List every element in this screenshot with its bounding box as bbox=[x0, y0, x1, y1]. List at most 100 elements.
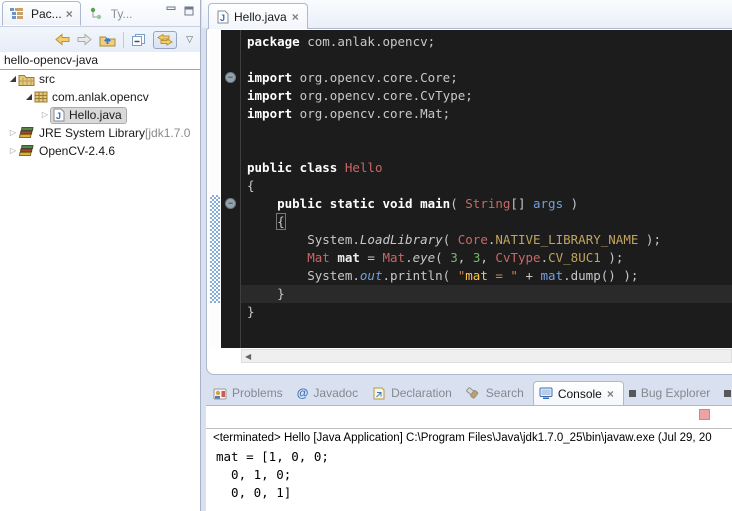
console-view[interactable]: <terminated> Hello [Java Application] C:… bbox=[206, 405, 732, 511]
javadoc-icon: @ bbox=[297, 386, 309, 400]
console-output[interactable]: mat = [1, 0, 0; 0, 1, 0; 0, 0, 1] bbox=[216, 448, 329, 502]
go-up-button[interactable] bbox=[99, 33, 116, 47]
tree-item-src[interactable]: ◢ src bbox=[0, 70, 200, 88]
collapsed-arrow-icon[interactable]: ▷ bbox=[8, 124, 18, 142]
tab-type-hierarchy-label: Ty... bbox=[111, 7, 133, 21]
collapsed-arrow-icon[interactable]: ▷ bbox=[40, 106, 50, 124]
fold-collapse-icon[interactable]: − bbox=[225, 198, 236, 209]
close-icon[interactable]: × bbox=[607, 388, 614, 400]
tab-search[interactable]: Search bbox=[461, 381, 533, 405]
package-explorer-icon bbox=[10, 7, 23, 20]
code-line[interactable]: package com.anlak.opencv; bbox=[241, 33, 732, 51]
maximize-view-button[interactable] bbox=[184, 6, 195, 16]
svg-text:J: J bbox=[220, 13, 225, 23]
toolbar-separator bbox=[123, 32, 124, 48]
bug-icon bbox=[724, 390, 731, 397]
problems-icon bbox=[213, 387, 227, 400]
tab-label: Declaration bbox=[391, 386, 452, 400]
back-button[interactable] bbox=[55, 33, 70, 46]
tab-label: Console bbox=[558, 387, 602, 401]
selected-item-highlight: J Hello.java bbox=[50, 107, 127, 124]
fold-gutter[interactable]: −− bbox=[221, 30, 241, 348]
code-line[interactable]: import org.opencv.core.Core; bbox=[241, 69, 732, 87]
svg-text:J: J bbox=[56, 111, 61, 121]
code-line[interactable]: Mat mat = Mat.eye( 3, 3, CvType.CV_8UC1 … bbox=[241, 249, 732, 267]
code-line[interactable]: } bbox=[241, 285, 732, 303]
bug-explorer-icon bbox=[629, 390, 636, 397]
collapsed-arrow-icon[interactable]: ▷ bbox=[8, 142, 18, 160]
tab-bug[interactable]: Bug bbox=[719, 381, 732, 405]
back-arrow-icon bbox=[55, 33, 70, 46]
tab-javadoc[interactable]: @ Javadoc bbox=[292, 381, 367, 405]
code-line[interactable]: import org.opencv.core.CvType; bbox=[241, 87, 732, 105]
code-line[interactable]: System.out.println( "mat = " + mat.dump(… bbox=[241, 267, 732, 285]
search-flashlight-icon bbox=[466, 387, 481, 400]
tab-problems[interactable]: Problems bbox=[208, 381, 292, 405]
code-line[interactable]: public class Hello bbox=[241, 159, 732, 177]
code-line[interactable] bbox=[241, 123, 732, 141]
link-with-editor-icon bbox=[157, 34, 173, 46]
tab-package-explorer-label: Pac... bbox=[31, 7, 62, 21]
range-indicator bbox=[210, 195, 220, 303]
view-menu-button[interactable]: ▽ bbox=[184, 34, 193, 45]
tab-bug-explorer[interactable]: Bug Explorer bbox=[624, 381, 719, 405]
code-line[interactable] bbox=[241, 51, 732, 69]
tab-console[interactable]: Console × bbox=[533, 381, 624, 405]
tree-item-opencv-library[interactable]: ▷ OpenCV-2.4.6 bbox=[0, 142, 200, 160]
tab-declaration[interactable]: Declaration bbox=[367, 381, 461, 405]
bottom-view-tabbar: Problems @ Javadoc Declaration Search Co… bbox=[208, 381, 732, 405]
code-line[interactable]: { bbox=[241, 177, 732, 195]
collapse-all-icon bbox=[131, 33, 146, 47]
java-file-icon: J bbox=[217, 10, 229, 24]
link-with-editor-button[interactable] bbox=[153, 31, 177, 49]
collapse-all-button[interactable] bbox=[131, 33, 146, 47]
code-line[interactable]: public static void main( String[] args ) bbox=[241, 195, 732, 213]
code-line[interactable]: import org.opencv.core.Mat; bbox=[241, 105, 732, 123]
package-explorer-toolbar: ▽ bbox=[0, 27, 200, 52]
code-line[interactable]: System.LoadLibrary( Core.NATIVE_LIBRARY_… bbox=[241, 231, 732, 249]
close-icon[interactable]: × bbox=[66, 8, 73, 20]
terminate-button[interactable] bbox=[699, 409, 710, 420]
expanded-arrow-icon[interactable]: ◢ bbox=[24, 88, 34, 106]
expanded-arrow-icon[interactable]: ◢ bbox=[8, 70, 18, 88]
tree-item-project[interactable]: hello-opencv-java bbox=[0, 52, 200, 68]
tree-item-label: JRE System Library bbox=[39, 124, 145, 142]
jre-decorator: [jdk1.7.0 bbox=[145, 124, 190, 142]
tree-item-package[interactable]: ◢ com.anlak.opencv bbox=[0, 88, 200, 106]
fold-collapse-icon[interactable]: − bbox=[225, 72, 236, 83]
library-icon bbox=[18, 127, 35, 139]
tree-item-jre-library[interactable]: ▷ JRE System Library [jdk1.7.0 bbox=[0, 124, 200, 142]
declaration-icon bbox=[372, 387, 386, 400]
scroll-left-icon[interactable]: ◀ bbox=[242, 352, 251, 361]
up-folder-icon bbox=[99, 33, 116, 47]
console-separator bbox=[206, 428, 732, 429]
tab-type-hierarchy[interactable]: Ty... bbox=[83, 1, 140, 26]
type-hierarchy-icon bbox=[90, 7, 103, 20]
library-icon bbox=[18, 145, 35, 157]
tree-item-label: OpenCV-2.4.6 bbox=[39, 142, 115, 160]
annotation-ruler[interactable] bbox=[209, 30, 221, 348]
tab-label: Bug Explorer bbox=[641, 386, 710, 400]
forward-button[interactable] bbox=[77, 33, 92, 46]
code-line[interactable]: } bbox=[241, 303, 732, 321]
tab-label: Problems bbox=[232, 386, 283, 400]
editor-horizontal-scrollbar[interactable]: ◀ bbox=[241, 349, 732, 363]
project-tree[interactable]: hello-opencv-java ◢ src ◢ com.anlak.open… bbox=[0, 52, 200, 511]
close-icon[interactable]: × bbox=[292, 11, 299, 23]
editor-tab-hello-java[interactable]: J Hello.java × bbox=[208, 3, 308, 29]
tree-item-label: src bbox=[39, 70, 55, 88]
console-process-label: <terminated> Hello [Java Application] C:… bbox=[213, 432, 732, 444]
tree-item-hello-java[interactable]: ▷ J Hello.java bbox=[0, 106, 200, 124]
tab-package-explorer[interactable]: Pac... × bbox=[2, 1, 81, 26]
code-line[interactable] bbox=[241, 141, 732, 159]
package-icon bbox=[34, 91, 48, 103]
tree-item-label: Hello.java bbox=[69, 106, 122, 124]
code-line[interactable]: { bbox=[241, 213, 732, 231]
minimize-view-button[interactable] bbox=[166, 6, 177, 16]
editor-frame: −− package com.anlak.opencv;import org.o… bbox=[206, 28, 732, 375]
source-folder-icon bbox=[18, 73, 35, 86]
code-area[interactable]: package com.anlak.opencv; import org.open… bbox=[241, 30, 732, 348]
java-file-icon: J bbox=[53, 108, 65, 122]
tab-label: Search bbox=[486, 386, 524, 400]
package-explorer-panel: Pac... × Ty... bbox=[0, 0, 201, 511]
